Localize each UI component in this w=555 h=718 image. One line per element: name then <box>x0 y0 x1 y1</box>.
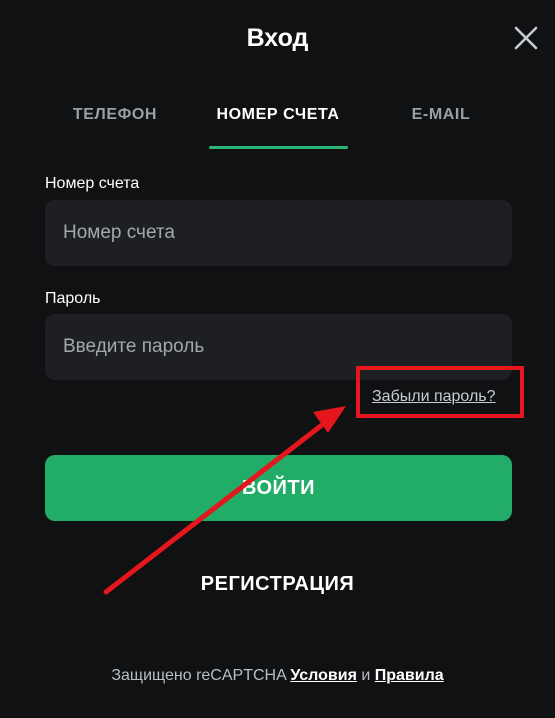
account-number-label: Номер счета <box>45 175 140 192</box>
tab-account-number[interactable]: НОМЕР СЧЕТА <box>203 96 353 148</box>
active-tab-indicator <box>209 146 348 149</box>
login-method-tabs: ТЕЛЕФОН НОМЕР СЧЕТА E-MAIL <box>0 96 555 152</box>
tab-email[interactable]: E-MAIL <box>386 96 496 148</box>
close-icon <box>514 26 538 50</box>
close-button[interactable] <box>510 22 542 54</box>
password-label: Пароль <box>45 290 101 307</box>
tab-phone[interactable]: ТЕЛЕФОН <box>55 96 175 148</box>
login-button[interactable]: ВОЙТИ <box>45 455 512 521</box>
rules-link[interactable]: Правила <box>375 667 444 684</box>
recaptcha-notice: Защищено reCAPTCHA Условия и Правила <box>0 667 555 685</box>
terms-link[interactable]: Условия <box>290 667 357 684</box>
login-dialog: Вход ТЕЛЕФОН НОМЕР СЧЕТА E-MAIL Номер сч… <box>0 0 555 718</box>
forgot-password-link[interactable]: Забыли пароль? <box>372 388 496 406</box>
footer-conjunction: и <box>361 667 371 684</box>
register-button[interactable]: РЕГИСТРАЦИЯ <box>0 568 555 600</box>
recaptcha-prefix: Защищено reCAPTCHA <box>111 667 286 684</box>
dialog-title: Вход <box>246 24 309 52</box>
account-number-input[interactable] <box>45 200 512 266</box>
